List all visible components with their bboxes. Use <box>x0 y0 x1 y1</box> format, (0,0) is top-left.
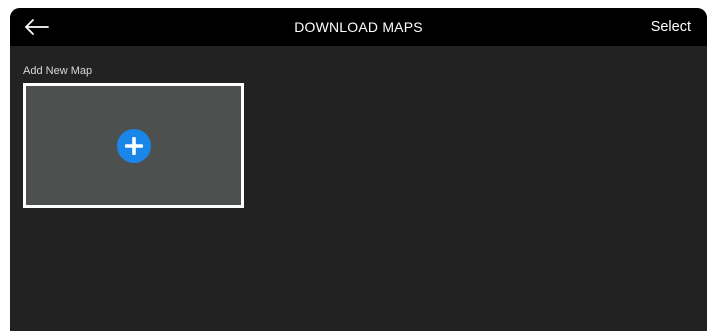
top-bar: DOWNLOAD MAPS Select <box>10 8 707 46</box>
back-button[interactable] <box>20 12 52 42</box>
arrow-left-icon <box>20 12 52 42</box>
add-new-map-tile[interactable] <box>23 83 244 208</box>
plus-circle-icon <box>116 128 151 163</box>
page-title: DOWNLOAD MAPS <box>294 19 423 35</box>
app-window: DOWNLOAD MAPS Select Add New Map <box>10 8 707 331</box>
select-button[interactable]: Select <box>651 8 691 46</box>
section-label-add-new-map: Add New Map <box>23 65 93 77</box>
